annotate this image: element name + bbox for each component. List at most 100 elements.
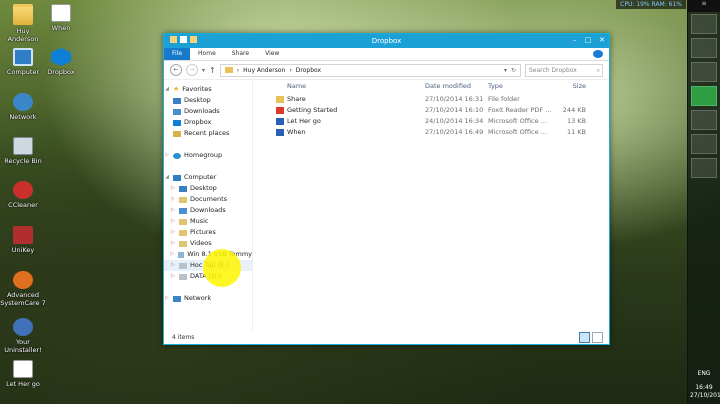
taskbar-button[interactable] — [691, 110, 717, 130]
desktop-icon-label: Your Uninstaller! — [4, 338, 42, 354]
tab-share[interactable]: Share — [224, 48, 257, 60]
desktop-icon-label: When — [51, 24, 71, 32]
expand-icon[interactable]: ▷ — [164, 293, 170, 304]
taskbar-top-menu-icon[interactable]: ≡ — [688, 0, 720, 12]
desktop-icon-network[interactable]: Network — [0, 93, 46, 121]
tray-time: 16:49 — [695, 384, 713, 391]
column-type[interactable]: Type — [488, 80, 552, 93]
taskbar-button[interactable] — [691, 62, 717, 82]
forward-icon[interactable]: → — [186, 64, 198, 76]
ccleaner-icon — [13, 181, 33, 199]
desktop-icon-ccleaner[interactable]: CCleaner — [0, 181, 46, 209]
taskbar-button[interactable] — [691, 158, 717, 178]
nav-comp-pictures[interactable]: ▷ Pictures — [164, 227, 252, 238]
taskbar-button-active[interactable] — [691, 86, 717, 106]
nav-fav-downloads[interactable]: Downloads — [164, 106, 252, 117]
breadcrumb-separator-icon[interactable]: › — [237, 67, 239, 74]
nav-fav-recent-places[interactable]: Recent places — [164, 128, 252, 139]
advanced-systemcare-icon — [13, 271, 33, 289]
taskbar-button[interactable] — [691, 38, 717, 58]
collapse-icon[interactable]: ◢ — [164, 172, 170, 183]
window-titlebar[interactable]: Dropbox – □ ✕ — [164, 34, 609, 48]
windows-drive-icon — [177, 251, 185, 258]
recycle-bin-icon — [13, 137, 33, 155]
nav-comp-desktop[interactable]: ▷ Desktop — [164, 183, 252, 194]
desktop-icon-when[interactable]: When — [38, 4, 84, 32]
up-icon[interactable]: ↑ — [209, 66, 216, 75]
desktop-icon-let-her-go[interactable]: Let Her go — [0, 360, 46, 388]
breadcrumb-huy-anderson[interactable]: Huy Anderson — [243, 67, 285, 74]
desktop-icon-recycle-bin[interactable]: Recycle Bin — [0, 137, 46, 165]
nav-favorites[interactable]: ◢ ★ Favorites — [164, 84, 252, 95]
column-name[interactable]: Name — [259, 80, 425, 93]
nav-comp-downloads[interactable]: ▷ Downloads — [164, 205, 252, 216]
expand-icon[interactable]: ▷ — [164, 150, 170, 161]
back-icon[interactable]: ← — [170, 64, 182, 76]
file-size — [552, 94, 586, 105]
nav-fav-dropbox[interactable]: Dropbox — [164, 117, 252, 128]
ribbon-tabs: File Home Share View — [164, 48, 609, 61]
column-headers: Name Date modified Type Size — [259, 80, 609, 94]
tab-file[interactable]: File — [164, 48, 191, 60]
tab-view[interactable]: View — [257, 48, 287, 60]
file-row[interactable]: When 27/10/2014 16:49 Microsoft Office .… — [259, 127, 609, 138]
desktop-icon-dropbox[interactable]: Dropbox — [38, 48, 84, 76]
details-view-icon[interactable] — [579, 332, 590, 343]
file-row[interactable]: Share 27/10/2014 16:31 File folder — [259, 94, 609, 105]
taskbar-button[interactable] — [691, 14, 717, 34]
breadcrumb-separator-icon[interactable]: › — [289, 67, 291, 74]
drive-icon — [179, 262, 187, 269]
address-dropdown-icon[interactable]: ▾ — [504, 67, 507, 74]
file-date: 27/10/2014 16:31 — [425, 95, 484, 103]
desktop-icon-label: Advanced SystemCare 7 — [0, 291, 46, 307]
file-name: Let Her go — [287, 117, 321, 125]
pdf-icon — [276, 107, 284, 114]
breadcrumb-dropbox[interactable]: Dropbox — [296, 67, 321, 74]
nav-network[interactable]: ▷ Network — [164, 293, 252, 304]
file-type: Microsoft Office ... — [488, 128, 547, 136]
minimize-icon[interactable]: – — [573, 36, 577, 44]
nav-homegroup[interactable]: ▷ Homegroup — [164, 150, 252, 161]
column-size[interactable]: Size — [552, 80, 586, 93]
file-type: File folder — [488, 95, 520, 103]
large-icons-view-icon[interactable] — [592, 332, 603, 343]
nav-item-label: Computer — [184, 173, 217, 181]
file-type: Microsoft Office ... — [488, 117, 547, 125]
nav-computer[interactable]: ◢ Computer — [164, 172, 252, 183]
search-icon[interactable]: ⌕ — [597, 65, 600, 76]
nav-comp-documents[interactable]: ▷ Documents — [164, 194, 252, 205]
nav-comp-videos[interactable]: ▷ Videos — [164, 238, 252, 249]
desktop-icon-uninstaller[interactable]: Your Uninstaller! — [0, 318, 46, 354]
column-date-modified[interactable]: Date modified — [425, 80, 488, 93]
nav-fav-desktop[interactable]: Desktop — [164, 95, 252, 106]
desktop-icon-advanced-systemcare[interactable]: Advanced SystemCare 7 — [0, 271, 46, 307]
taskbar-button[interactable] — [691, 134, 717, 154]
search-input[interactable]: Search Dropbox ⌕ — [525, 63, 603, 77]
close-icon[interactable]: ✕ — [599, 36, 605, 44]
nav-item-label: Documents — [190, 195, 228, 203]
help-icon[interactable] — [593, 50, 603, 58]
address-field[interactable]: › Huy Anderson › Dropbox ▾ ↻ — [219, 63, 521, 77]
file-type: Foxit Reader PDF ... — [488, 106, 552, 114]
file-list: Name Date modified Type Size Share 27/10… — [253, 80, 609, 332]
drive-icon — [179, 273, 187, 280]
nav-comp-music[interactable]: ▷ Music — [164, 216, 252, 227]
file-name: When — [287, 128, 306, 136]
desktop-icon-label: Let Her go — [6, 380, 40, 388]
recent-locations-chevron-icon[interactable]: ▾ — [202, 67, 205, 74]
collapse-icon[interactable]: ◢ — [164, 84, 170, 95]
tray-language[interactable]: ENG — [690, 370, 718, 378]
nav-item-label: Pictures — [190, 228, 216, 236]
star-icon: ★ — [173, 85, 180, 93]
nav-item-label: Homegroup — [184, 151, 223, 159]
desktop-icon-unikey[interactable]: UniKey — [0, 226, 46, 254]
downloads-icon — [179, 207, 187, 214]
file-row[interactable]: Getting Started 27/10/2014 16:10 Foxit R… — [259, 105, 609, 116]
tab-home[interactable]: Home — [190, 48, 224, 60]
tray-clock[interactable]: ENG 16:49 27/10/201 — [690, 370, 720, 400]
file-row[interactable]: Let Her go 24/10/2014 16:34 Microsoft Of… — [259, 116, 609, 127]
refresh-icon[interactable]: ↻ — [511, 67, 516, 74]
maximize-icon[interactable]: □ — [585, 36, 592, 44]
nav-item-label: Desktop — [190, 184, 217, 192]
nav-item-label: Downloads — [190, 206, 226, 214]
